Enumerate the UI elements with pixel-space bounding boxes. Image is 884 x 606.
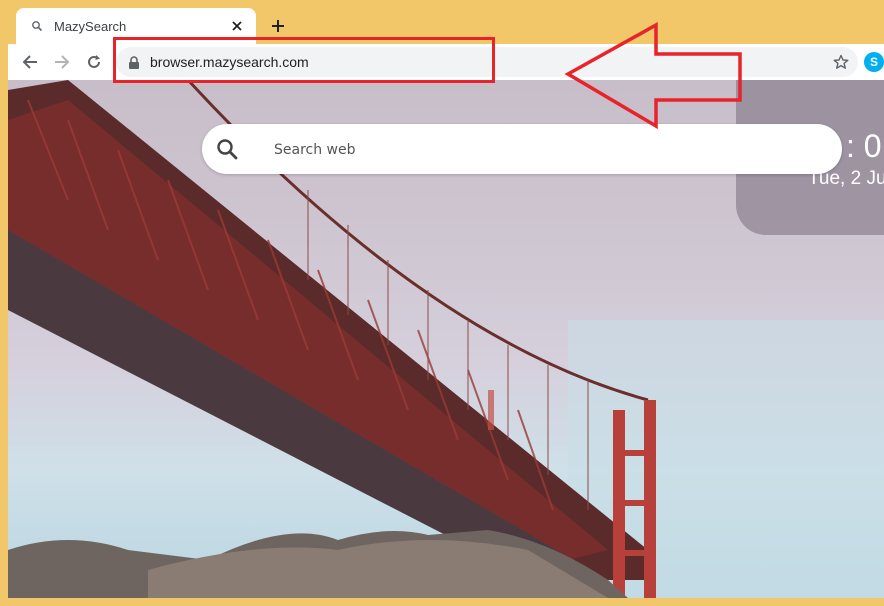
search-icon	[30, 19, 44, 33]
skype-extension-icon[interactable]: S	[864, 52, 884, 72]
arrow-left-icon	[22, 55, 37, 69]
tab-mazysearch[interactable]: MazySearch	[16, 8, 256, 44]
browser-toolbar: browser.mazysearch.com S	[8, 44, 884, 80]
tab-title: MazySearch	[54, 18, 127, 34]
forward-button[interactable]	[50, 50, 74, 74]
arrow-right-icon	[55, 55, 70, 69]
new-tab-page: : 0 Tue, 2 Ju	[8, 80, 884, 598]
clock-time: : 0	[846, 128, 882, 164]
close-icon[interactable]	[228, 17, 246, 35]
search-icon[interactable]	[216, 138, 238, 160]
url-text: browser.mazysearch.com	[150, 54, 309, 70]
reload-button[interactable]	[82, 50, 106, 74]
web-search-box[interactable]	[202, 124, 842, 174]
search-input[interactable]	[272, 136, 816, 164]
back-button[interactable]	[18, 50, 42, 74]
reload-icon	[88, 55, 100, 68]
bookmark-star-icon[interactable]	[832, 53, 850, 71]
lock-icon[interactable]	[128, 55, 142, 69]
browser-window-frame: MazySearch browser.mazysearch.com S: 0 …	[0, 0, 884, 606]
new-tab-button[interactable]	[266, 14, 290, 38]
address-bar[interactable]: browser.mazysearch.com	[116, 47, 858, 77]
